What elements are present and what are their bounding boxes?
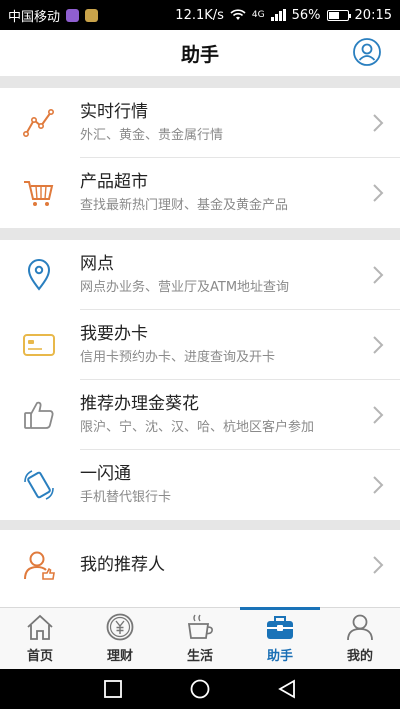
home-icon bbox=[27, 614, 53, 640]
recents-square-icon[interactable] bbox=[102, 678, 124, 700]
bank-card-icon bbox=[20, 326, 58, 364]
person-icon bbox=[347, 614, 373, 641]
toolbox-icon bbox=[267, 616, 293, 639]
phone-swipe-icon bbox=[20, 466, 58, 504]
list-item-title: 推荐办理金葵花 bbox=[80, 394, 199, 414]
list-item-subtitle: 外汇、黄金、贵金属行情 bbox=[80, 128, 224, 143]
status-bar: 中国移动 12.1K/s 4G 56% 20:15 bbox=[0, 0, 400, 30]
list-item-title: 我要办卡 bbox=[80, 324, 148, 344]
referrer-icon bbox=[20, 546, 58, 584]
network-speed: 12.1K/s bbox=[175, 7, 224, 23]
tab-life[interactable]: 生活 bbox=[160, 608, 240, 670]
list-item-realtime-quotes[interactable]: 实时行情 外汇、黄金、贵金属行情 bbox=[0, 88, 400, 158]
list-item-subtitle: 查找最新热门理财、基金及黄金产品 bbox=[80, 198, 289, 213]
network-type: 4G bbox=[251, 10, 265, 20]
list-item-subtitle: 网点办业务、营业厅及ATM地址查询 bbox=[80, 280, 290, 295]
list-item-branches[interactable]: 网点 网点办业务、营业厅及ATM地址查询 bbox=[0, 240, 400, 310]
section-separator bbox=[0, 228, 400, 240]
bottom-tab-bar: 首页 理财 生活 助手 我的 bbox=[0, 607, 400, 669]
list-item-title: 实时行情 bbox=[80, 102, 148, 122]
carrier-label: 中国移动 bbox=[8, 9, 61, 25]
notification-app-icon bbox=[66, 8, 80, 22]
chevron-right-icon bbox=[373, 476, 384, 494]
list-item-my-referrer[interactable]: 我的推荐人 bbox=[0, 530, 400, 600]
chevron-right-icon bbox=[373, 184, 384, 202]
signal-icon bbox=[270, 9, 286, 21]
shopping-cart-icon bbox=[20, 174, 58, 212]
chevron-right-icon bbox=[373, 556, 384, 574]
coffee-cup-icon bbox=[187, 614, 213, 639]
chevron-right-icon bbox=[373, 406, 384, 424]
list-item-title: 网点 bbox=[80, 254, 114, 274]
list-item-title: 产品超市 bbox=[80, 172, 148, 192]
list-item-apply-card[interactable]: 我要办卡 信用卡预约办卡、进度查询及开卡 bbox=[0, 310, 400, 380]
list-item-title: 一闪通 bbox=[80, 464, 131, 484]
notification-app-icon bbox=[85, 8, 99, 22]
home-circle-icon[interactable] bbox=[189, 678, 211, 700]
thumbs-up-icon bbox=[20, 396, 58, 434]
back-triangle-icon[interactable] bbox=[276, 678, 298, 700]
list-item-product-market[interactable]: 产品超市 查找最新热门理财、基金及黄金产品 bbox=[0, 158, 400, 228]
battery-icon bbox=[326, 9, 351, 21]
section-separator bbox=[0, 76, 400, 88]
tab-label: 我的 bbox=[346, 649, 373, 664]
list-item-flash-pass[interactable]: 一闪通 手机替代银行卡 bbox=[0, 450, 400, 520]
list-item-recommend-sunflower[interactable]: 推荐办理金葵花 限沪、宁、沈、汉、哈、杭地区客户参加 bbox=[0, 380, 400, 450]
tab-label: 首页 bbox=[26, 649, 53, 664]
location-pin-icon bbox=[20, 256, 58, 294]
tab-assistant[interactable]: 助手 bbox=[240, 607, 320, 670]
tab-wealth[interactable]: 理财 bbox=[80, 608, 160, 670]
user-circle-icon[interactable] bbox=[352, 37, 382, 67]
tab-mine[interactable]: 我的 bbox=[320, 608, 400, 670]
app-header: 助手 bbox=[0, 30, 400, 76]
tab-label: 理财 bbox=[106, 649, 133, 664]
chevron-right-icon bbox=[373, 266, 384, 284]
chevron-right-icon bbox=[373, 336, 384, 354]
list-item-title: 我的推荐人 bbox=[80, 555, 165, 575]
yuan-coin-icon bbox=[106, 613, 134, 641]
line-chart-icon bbox=[20, 104, 58, 142]
tab-label: 助手 bbox=[266, 649, 293, 664]
battery-percent: 56% bbox=[291, 7, 321, 23]
tab-label: 生活 bbox=[186, 649, 213, 664]
section-separator bbox=[0, 520, 400, 530]
system-nav-bar bbox=[0, 669, 400, 709]
active-tab-indicator bbox=[240, 607, 320, 610]
page-title: 助手 bbox=[180, 43, 219, 66]
list-item-subtitle: 限沪、宁、沈、汉、哈、杭地区客户参加 bbox=[80, 420, 315, 435]
chevron-right-icon bbox=[373, 114, 384, 132]
clock: 20:15 bbox=[354, 7, 392, 23]
tab-home[interactable]: 首页 bbox=[0, 608, 80, 670]
list-item-subtitle: 信用卡预约办卡、进度查询及开卡 bbox=[80, 350, 276, 365]
list-item-subtitle: 手机替代银行卡 bbox=[80, 490, 172, 505]
wifi-icon bbox=[230, 9, 246, 20]
